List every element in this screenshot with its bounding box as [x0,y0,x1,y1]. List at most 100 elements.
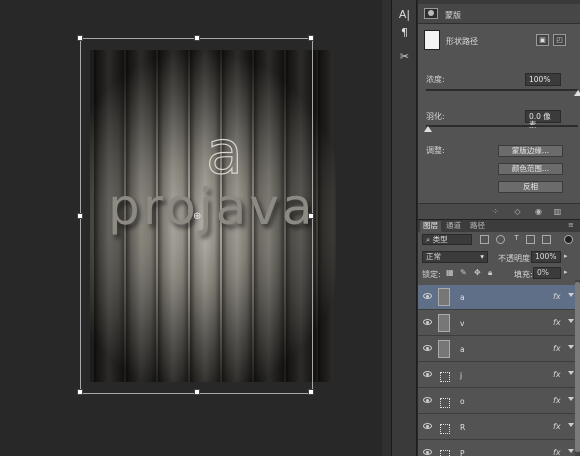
tool-presets-button[interactable]: ✂ [396,48,413,65]
layer-row[interactable]: P fx [418,441,580,456]
layer-row[interactable]: v fx [418,311,580,336]
layers-panel: 图层 通道 路径 ≡ ⌕ 类型 T 正常 ▾ 不透明度: 100% ▸ 锁定: … [418,219,580,456]
layer-name: v [460,319,465,328]
adjustment-filter-icon[interactable] [496,235,505,244]
search-icon: ⌕ [426,235,433,244]
expand-effects-icon[interactable] [568,319,574,323]
transform-handle[interactable] [308,389,314,395]
fx-icon[interactable]: fx [553,318,561,327]
opacity-input[interactable]: 100% [531,251,561,263]
transform-handle[interactable] [77,35,83,41]
expand-effects-icon[interactable] [568,345,574,349]
lock-position-icon[interactable]: ✥ [474,268,481,277]
filter-toggle-icon[interactable] [564,235,573,244]
feather-label: 羽化: [426,112,445,121]
layer-filter-select[interactable]: ⌕ 类型 [422,234,472,245]
mask-edge-button[interactable]: 蒙版边缘... [498,145,563,157]
feather-input[interactable]: 0.0 像素 [525,110,561,129]
expand-effects-icon[interactable] [568,397,574,401]
text-layer-icon [438,392,450,410]
eye-icon[interactable] [423,423,432,429]
opacity-dropdown-icon[interactable]: ▸ [564,252,568,260]
lock-transparent-icon[interactable]: ▦ [446,268,454,277]
transform-handle[interactable] [77,389,83,395]
feather-slider[interactable] [424,125,578,132]
layer-row[interactable]: a fx [418,285,580,310]
vector-mask-icon[interactable]: ◰ [553,34,566,46]
expand-effects-icon[interactable] [568,293,574,297]
layer-name: j [460,371,463,380]
transform-handle[interactable] [194,389,200,395]
properties-panel: 蒙版 形状路径 ▣ ◰ 浓度: 100% 羽化: 0.0 像素 调整: 蒙版边缘… [418,0,580,219]
transform-handle[interactable] [308,35,314,41]
pixel-filter-icon[interactable] [480,235,489,244]
properties-title: 蒙版 [445,11,461,20]
transform-handle[interactable] [308,213,314,219]
lock-image-icon[interactable]: ✎ [460,268,467,277]
character-panel-button[interactable]: A| [396,6,413,23]
fx-icon[interactable]: fx [553,422,561,431]
opacity-label: 不透明度: [498,254,533,263]
layer-row[interactable]: a fx [418,337,580,362]
layer-row[interactable]: j fx [418,363,580,388]
add-mask-icon[interactable]: ▣ [536,34,549,46]
density-slider[interactable] [426,89,580,96]
blend-mode-value: 正常 [426,252,441,261]
layers-scrollbar[interactable] [575,280,580,456]
lock-label: 锁定: [422,270,441,279]
eye-icon[interactable] [423,371,432,377]
expand-effects-icon[interactable] [568,371,574,375]
density-slider-thumb[interactable] [574,90,580,96]
transform-handle[interactable] [77,213,83,219]
fx-icon[interactable]: fx [553,396,561,405]
visibility-icon[interactable]: ◉ [533,207,544,217]
fx-icon[interactable]: fx [553,448,561,456]
color-range-button[interactable]: 颜色范围... [498,163,563,175]
fill-input[interactable]: 0% [533,267,561,279]
transform-center-icon: ⊕ [193,211,202,222]
expand-effects-icon[interactable] [568,449,574,453]
apply-mask-icon[interactable]: ◇ [512,207,523,217]
layer-thumbnail [438,288,450,306]
text-layer-icon [438,366,450,384]
fill-dropdown-icon[interactable]: ▸ [564,268,568,276]
eye-icon[interactable] [423,319,432,325]
eye-icon[interactable] [423,397,432,403]
canvas-area[interactable]: projava a ⊕ [0,0,382,456]
layer-row[interactable]: o fx [418,389,580,414]
stripe [318,50,336,382]
tab-layers[interactable]: 图层 [420,221,441,232]
blend-mode-select[interactable]: 正常 ▾ [422,251,488,263]
smart-object-filter-icon[interactable] [542,235,551,244]
tab-channels[interactable]: 通道 [443,221,464,232]
paragraph-panel-button[interactable]: ¶ [396,24,413,41]
invert-button[interactable]: 反相 [498,181,563,193]
type-filter-icon[interactable]: T [512,235,521,244]
panel-dock-strip [382,0,392,456]
expand-effects-icon[interactable] [568,423,574,427]
panel-menu-icon[interactable]: ≡ [568,221,574,229]
shape-thumbnail [424,30,440,50]
feather-slider-thumb[interactable] [424,126,432,132]
load-selection-icon[interactable]: ⁘ [490,207,501,217]
layer-row[interactable]: R fx [418,415,580,440]
shape-path-label: 形状路径 [446,37,478,46]
fill-label: 填充: [514,270,533,279]
transform-handle[interactable] [194,35,200,41]
density-label: 浓度: [426,75,445,84]
fx-icon[interactable]: fx [553,370,561,379]
eye-icon[interactable] [423,449,432,455]
fx-icon[interactable]: fx [553,344,561,353]
eye-icon[interactable] [423,293,432,299]
density-input[interactable]: 100% [525,73,561,86]
tab-paths[interactable]: 路径 [467,221,488,232]
eye-icon[interactable] [423,345,432,351]
lock-all-icon[interactable]: 🔒︎ [488,268,492,278]
layer-thumbnail [438,314,450,332]
ai-icon: A| [398,8,411,21]
scrollbar-thumb[interactable] [575,282,580,452]
delete-icon[interactable]: ▥ [552,207,563,217]
mask-icon [424,8,438,19]
shape-filter-icon[interactable] [526,235,535,244]
fx-icon[interactable]: fx [553,292,561,301]
